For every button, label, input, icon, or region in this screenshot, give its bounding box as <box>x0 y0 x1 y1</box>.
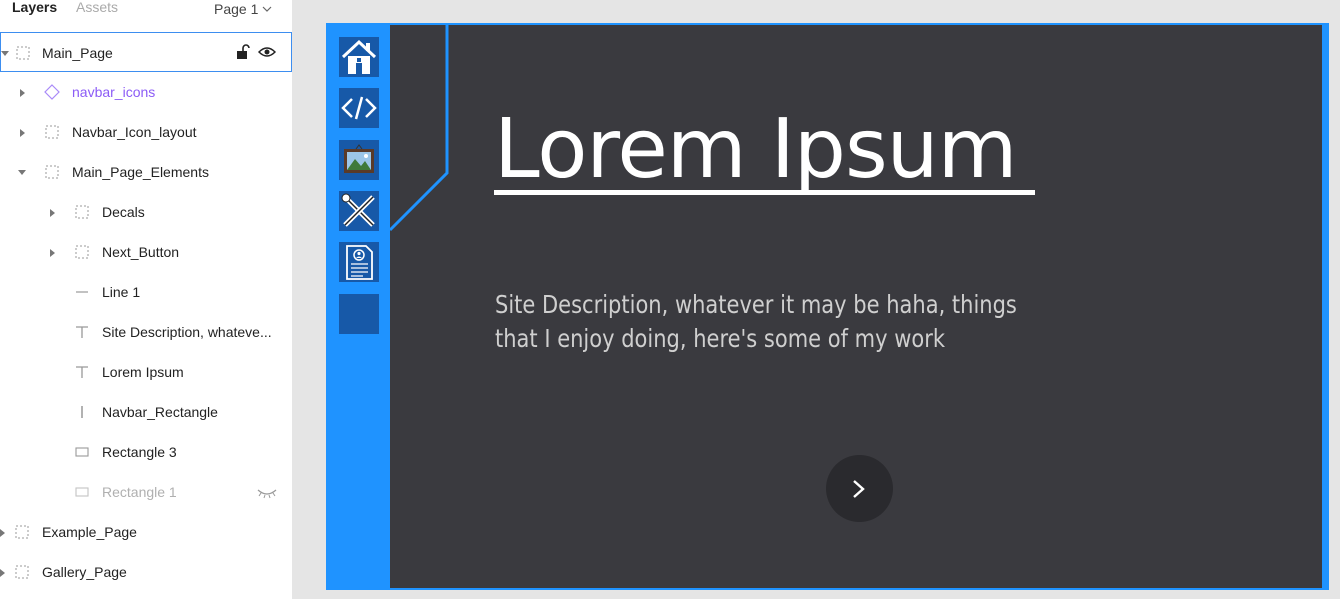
layer-row-example-page[interactable]: Example_Page <box>0 512 292 552</box>
page-selector-label: Page 1 <box>214 1 259 17</box>
frame-icon <box>44 164 60 180</box>
layer-row-navbar-rectangle[interactable]: Navbar_Rectangle <box>0 392 292 432</box>
caret-right-icon[interactable] <box>17 86 27 98</box>
hero-title[interactable]: Lorem Ipsum <box>494 100 1018 200</box>
layer-row-site-description[interactable]: Site Description, whateve... <box>0 312 292 352</box>
panel-tabs: Layers Assets Page 1 <box>0 0 292 18</box>
title-underline[interactable] <box>494 190 1035 195</box>
eye-closed-icon[interactable] <box>257 486 277 504</box>
eye-icon[interactable] <box>257 45 277 64</box>
layer-row-gallery-page[interactable]: Gallery_Page <box>0 552 292 592</box>
layer-label: Next_Button <box>102 244 180 260</box>
caret-right-icon[interactable] <box>17 126 27 138</box>
code-icon[interactable] <box>339 88 379 128</box>
frame-icon <box>14 564 30 580</box>
caret-right-icon[interactable] <box>47 246 57 258</box>
caret-right-icon[interactable] <box>0 526 7 538</box>
decal-lines[interactable] <box>388 25 458 235</box>
layer-label: Site Description, whateve... <box>102 324 272 340</box>
tab-assets[interactable]: Assets <box>76 0 118 15</box>
layer-row-navbar-icons[interactable]: navbar_icons <box>0 72 292 112</box>
layer-row-decals[interactable]: Decals <box>0 192 292 232</box>
layer-row-main-page[interactable]: Main_Page <box>0 32 292 72</box>
text-icon <box>74 324 90 340</box>
rectangle-icon <box>74 444 90 460</box>
site-description[interactable]: Site Description, whatever it may be hah… <box>495 288 1033 356</box>
layer-label: Gallery_Page <box>42 564 127 580</box>
component-icon <box>44 84 60 100</box>
layer-row-rectangle-3[interactable]: Rectangle 3 <box>0 432 292 472</box>
text-icon <box>74 364 90 380</box>
rectangle-icon <box>74 484 90 500</box>
layer-label: Example_Page <box>42 524 137 540</box>
layer-row-line-1[interactable]: Line 1 <box>0 272 292 312</box>
layer-label: Navbar_Icon_layout <box>72 124 197 140</box>
blank-nav-tile[interactable] <box>339 294 379 334</box>
frame-icon <box>74 244 90 260</box>
layer-row-navbar-icon-layout[interactable]: Navbar_Icon_layout <box>0 112 292 152</box>
layer-row-next-button[interactable]: Next_Button <box>0 232 292 272</box>
layers-panel: Layers Assets Page 1 Main_Page navbar_ic… <box>0 0 292 599</box>
frame-icon <box>44 124 60 140</box>
caret-right-icon[interactable] <box>47 206 57 218</box>
layer-label: Navbar_Rectangle <box>102 404 218 420</box>
chevron-down-icon <box>262 0 272 15</box>
chevron-right-icon <box>853 480 865 498</box>
next-button[interactable] <box>826 455 893 522</box>
frame-icon <box>14 524 30 540</box>
page-selector[interactable]: Page 1 <box>214 0 272 17</box>
tab-layers[interactable]: Layers <box>12 0 57 15</box>
layer-label: Main_Page <box>42 45 113 61</box>
layer-label: Line 1 <box>102 284 141 300</box>
layer-row-main-page-elements[interactable]: Main_Page_Elements <box>0 152 292 192</box>
layer-label: Rectangle 1 <box>102 484 177 500</box>
picture-frame-icon[interactable] <box>339 140 379 180</box>
resume-icon[interactable] <box>339 242 379 282</box>
line-icon <box>74 284 90 300</box>
layer-label: navbar_icons <box>72 84 156 100</box>
layer-label: Lorem Ipsum <box>102 364 184 380</box>
thin-rectangle-icon <box>74 404 90 420</box>
caret-down-icon[interactable] <box>0 47 10 59</box>
layer-row-lorem-ipsum[interactable]: Lorem Ipsum <box>0 352 292 392</box>
unlock-icon[interactable] <box>236 44 250 65</box>
frame-icon <box>74 204 90 220</box>
layer-label: Main_Page_Elements <box>72 164 209 180</box>
frame-icon <box>15 45 31 61</box>
caret-down-icon[interactable] <box>17 166 27 178</box>
layer-row-rectangle-1[interactable]: Rectangle 1 <box>0 472 292 512</box>
brush-pencil-icon[interactable] <box>339 191 379 231</box>
home-icon[interactable] <box>339 37 379 77</box>
layer-label: Rectangle 3 <box>102 444 177 460</box>
layer-label: Decals <box>102 204 145 220</box>
caret-right-icon[interactable] <box>0 566 7 578</box>
